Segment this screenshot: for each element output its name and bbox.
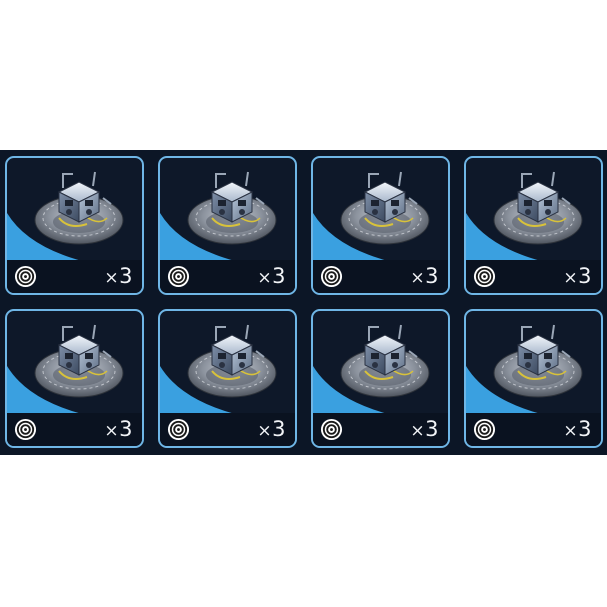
- item-footer: ×3: [160, 260, 295, 293]
- item-footer: ×3: [7, 413, 142, 446]
- reactor-module-icon: [466, 324, 583, 414]
- item-art: [160, 158, 295, 261]
- reactor-module-icon: [7, 324, 124, 414]
- inventory-item-card[interactable]: ×3: [5, 309, 144, 448]
- item-quantity: ×3: [257, 417, 286, 441]
- inventory-item-card[interactable]: ×3: [158, 156, 297, 295]
- inventory-item-card[interactable]: ×3: [311, 156, 450, 295]
- item-footer: ×3: [313, 260, 448, 293]
- item-art: [160, 311, 295, 414]
- reactor-module-icon: [313, 324, 430, 414]
- item-quantity: ×3: [257, 264, 286, 288]
- target-icon: [14, 418, 37, 441]
- item-footer: ×3: [466, 413, 601, 446]
- inventory-item-card[interactable]: ×3: [311, 309, 450, 448]
- item-art: [466, 158, 601, 261]
- inventory-item-card[interactable]: ×3: [464, 309, 603, 448]
- item-art: [7, 158, 142, 261]
- reactor-module-icon: [160, 324, 277, 414]
- item-quantity: ×3: [104, 264, 133, 288]
- target-icon: [14, 265, 37, 288]
- inventory-grid: ×3 ×3 ×3 ×3 ×3 ×3 ×3 ×3: [0, 150, 607, 455]
- reactor-module-icon: [160, 171, 277, 261]
- target-icon: [473, 265, 496, 288]
- item-quantity: ×3: [104, 417, 133, 441]
- item-quantity: ×3: [563, 417, 592, 441]
- inventory-panel: ×3 ×3 ×3 ×3 ×3 ×3 ×3 ×3: [0, 150, 607, 455]
- target-icon: [167, 265, 190, 288]
- target-icon: [320, 418, 343, 441]
- reactor-module-icon: [466, 171, 583, 261]
- item-art: [313, 311, 448, 414]
- item-art: [313, 158, 448, 261]
- item-quantity: ×3: [410, 417, 439, 441]
- reactor-module-icon: [313, 171, 430, 261]
- item-footer: ×3: [313, 413, 448, 446]
- inventory-item-card[interactable]: ×3: [5, 156, 144, 295]
- reactor-module-icon: [7, 171, 124, 261]
- item-quantity: ×3: [563, 264, 592, 288]
- item-art: [466, 311, 601, 414]
- item-quantity: ×3: [410, 264, 439, 288]
- item-footer: ×3: [160, 413, 295, 446]
- inventory-item-card[interactable]: ×3: [464, 156, 603, 295]
- item-art: [7, 311, 142, 414]
- target-icon: [320, 265, 343, 288]
- target-icon: [473, 418, 496, 441]
- target-icon: [167, 418, 190, 441]
- inventory-item-card[interactable]: ×3: [158, 309, 297, 448]
- item-footer: ×3: [466, 260, 601, 293]
- item-footer: ×3: [7, 260, 142, 293]
